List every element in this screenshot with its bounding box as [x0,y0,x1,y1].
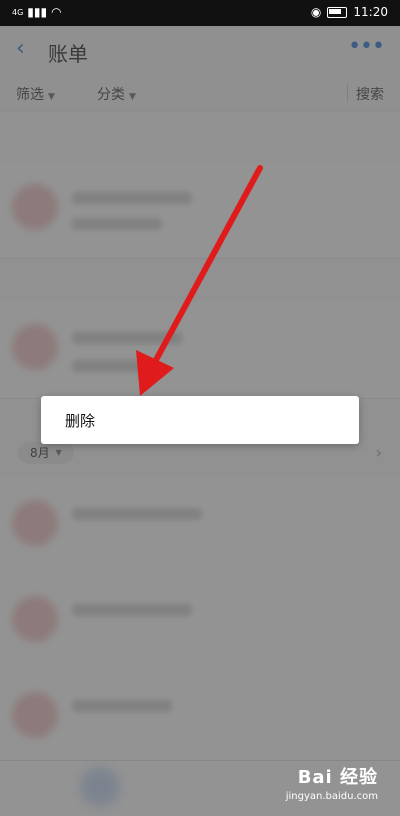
arrow-shaft [153,165,263,363]
watermark: Bai 经验 jingyan.baidu.com [286,763,378,802]
screen: 4G ▮▮▮ ◠ ◉ 11:20 ‹ 账单 ••• 筛选▼ 分类▼ 搜索 [0,0,400,816]
watermark-brand: Bai 经验 [297,767,378,788]
watermark-url: jingyan.baidu.com [285,791,378,802]
annotation-arrow-icon [136,165,263,396]
